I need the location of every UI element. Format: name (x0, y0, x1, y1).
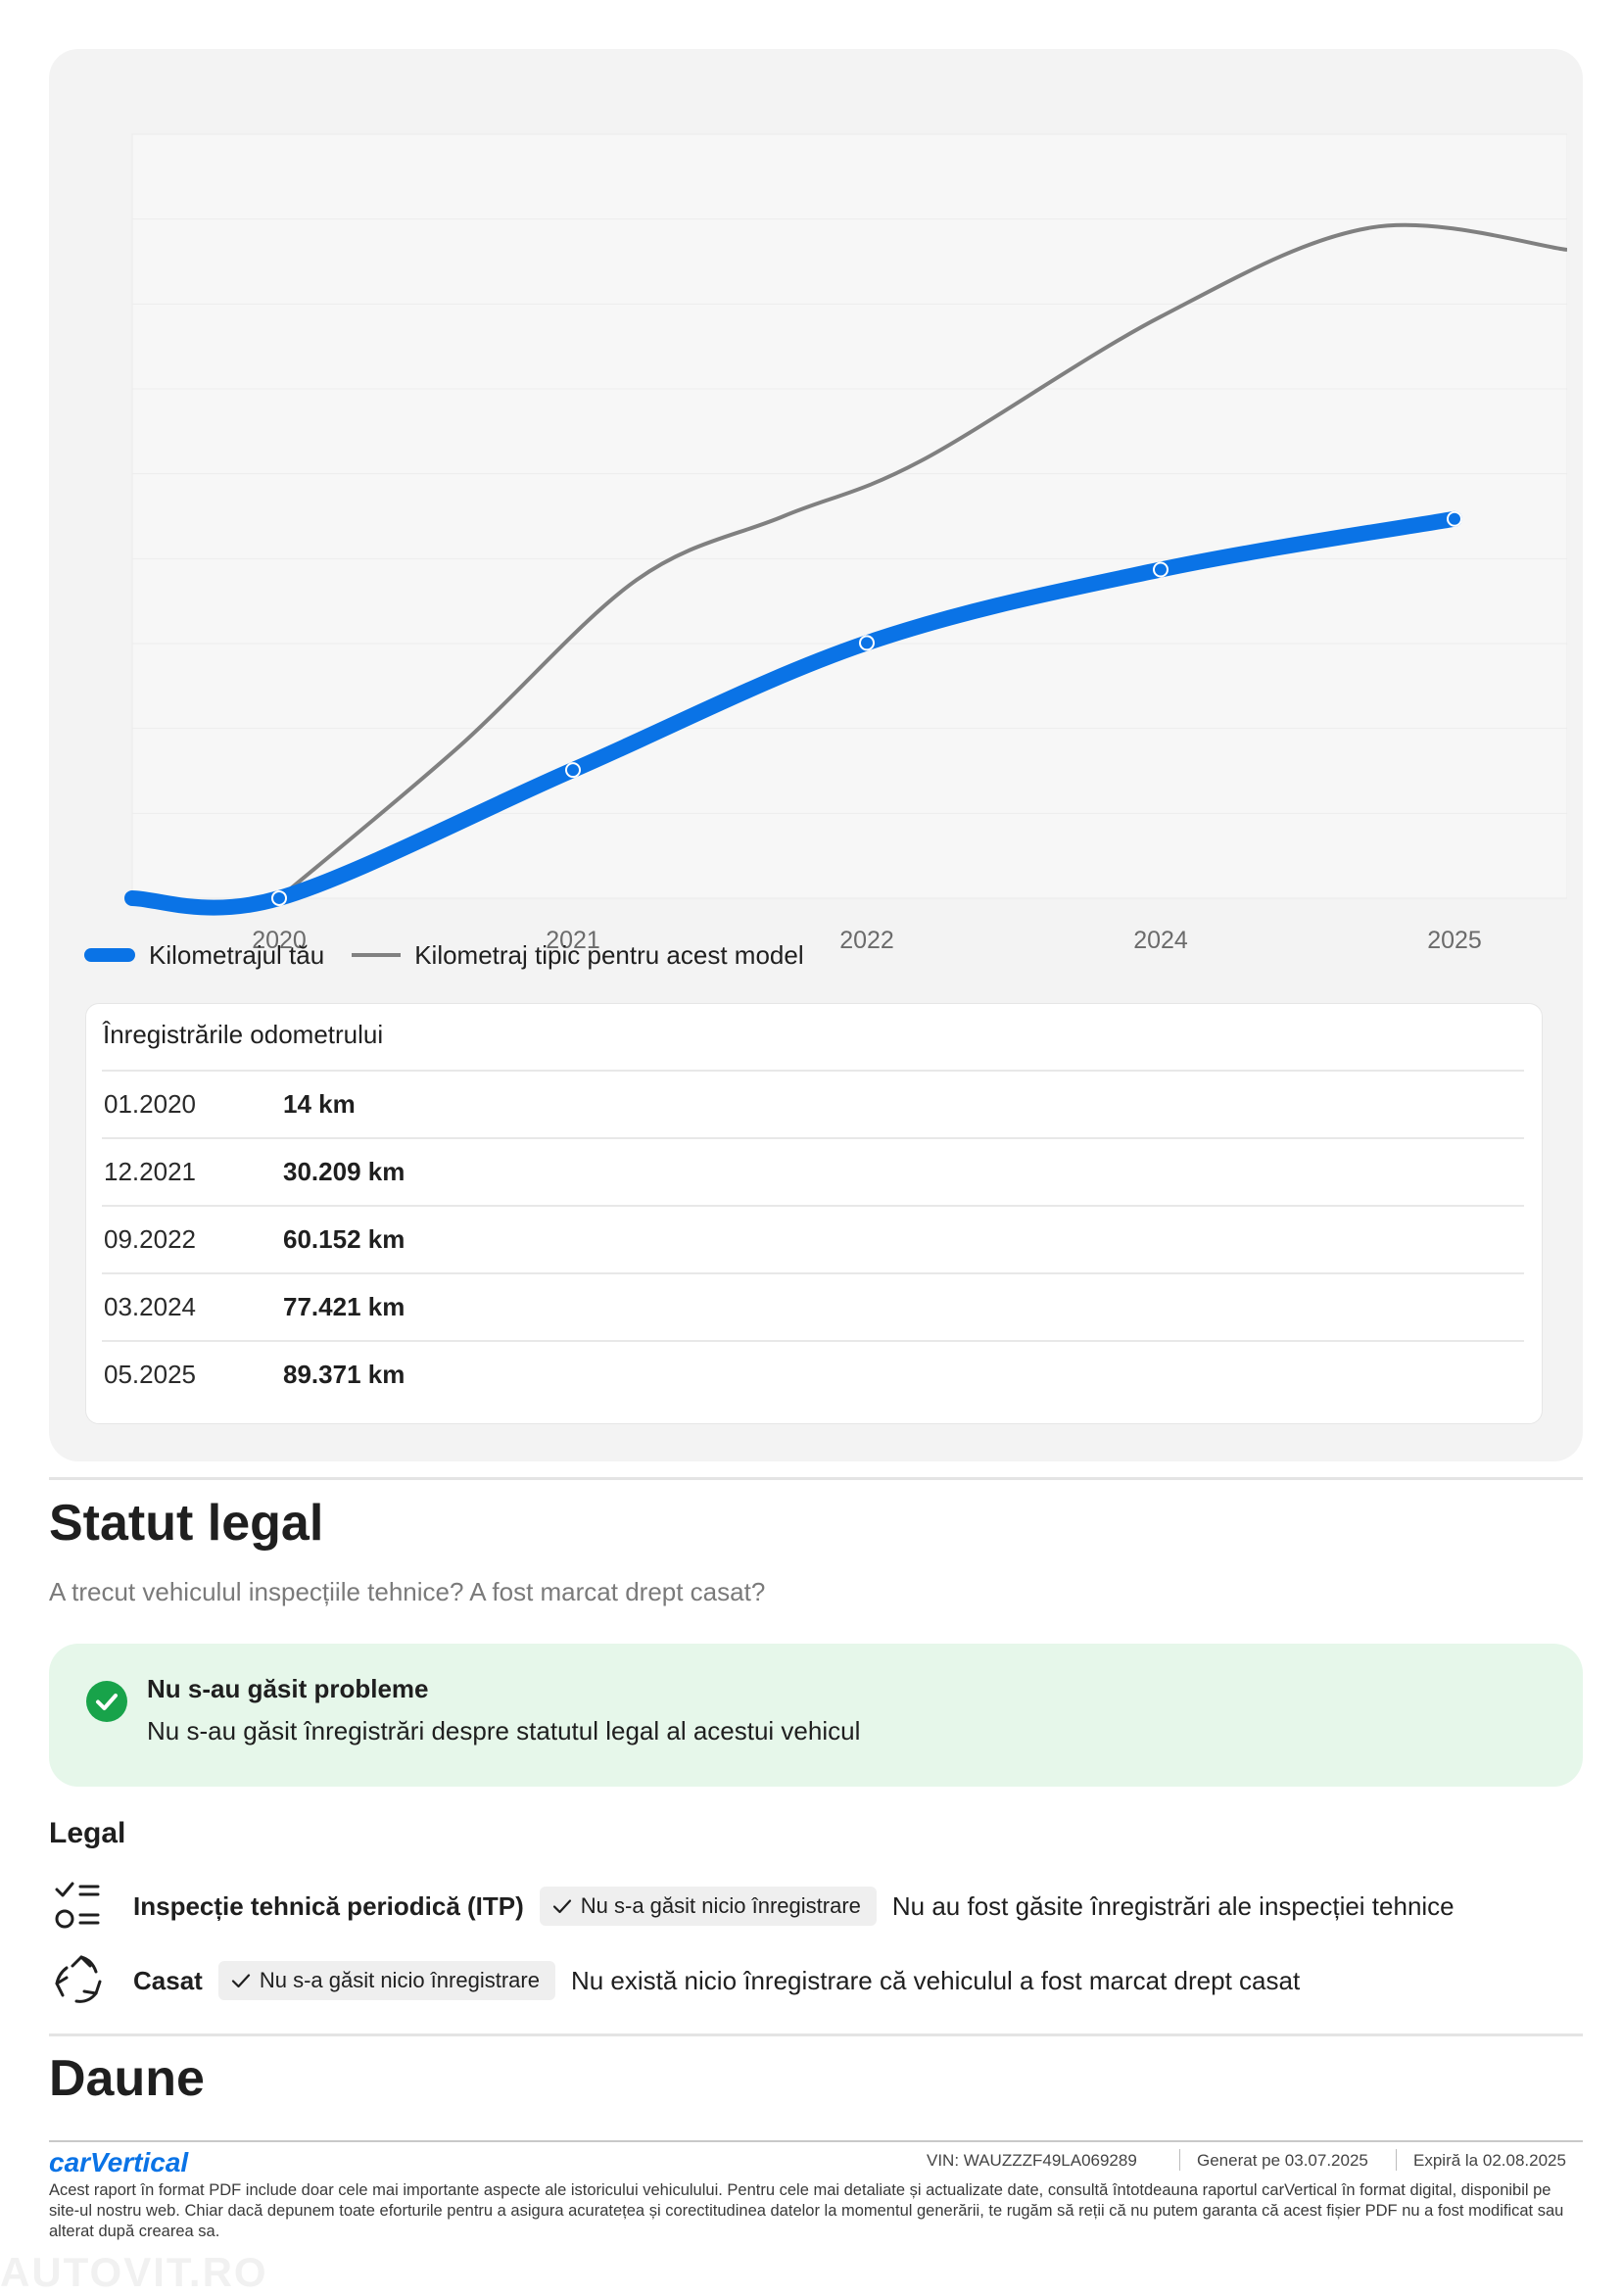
expires-info: Expiră la 02.08.2025 (1413, 2151, 1566, 2171)
data-point (565, 762, 581, 779)
checklist-icon (53, 1878, 110, 1935)
vin-value: WAUZZZF49LA069289 (963, 2151, 1137, 2170)
odometer-date: 09.2022 (104, 1224, 196, 1254)
table-row: 09.2022 60.152 km (102, 1205, 1524, 1273)
odometer-km: 14 km (283, 1089, 356, 1119)
legal-item-description: Nu există nicio înregistrare că vehiculu… (570, 1965, 1301, 1995)
legal-item-name: Inspecție tehnică periodică (ITP) (133, 1890, 524, 1921)
legend-label-typical: Kilometraj tipic pentru acest model (414, 939, 804, 970)
generated-info: Generat pe 03.07.2025 (1197, 2151, 1368, 2171)
banner-title: Nu s-au găsit probleme (147, 1674, 429, 1703)
legend-label-yours: Kilometrajul tău (149, 939, 325, 970)
data-point (859, 635, 875, 651)
odometer-km: 60.152 km (283, 1224, 406, 1254)
legend-swatch-yours (84, 948, 135, 962)
recycle-icon (53, 1952, 110, 2009)
odometer-date: 12.2021 (104, 1157, 196, 1186)
status-chip-label: Nu s-a găsit nicio înregistrare (580, 1893, 861, 1918)
footer-separator (1396, 2149, 1397, 2171)
table-row: 12.2021 30.209 km (102, 1137, 1524, 1206)
status-chip: Nu s-a găsit nicio înregistrare (217, 1961, 555, 2000)
odometer-date: 01.2020 (104, 1089, 196, 1119)
banner-description: Nu s-au găsit înregistrări despre statut… (147, 1716, 861, 1746)
vin-info: VIN: WAUZZZF49LA069289 (927, 2151, 1137, 2171)
vin-label: VIN: (927, 2151, 960, 2170)
odometer-km: 30.209 km (283, 1157, 406, 1186)
odometer-km: 89.371 km (283, 1360, 406, 1389)
legal-status-subtitle: A trecut vehiculul inspecțiile tehnice? … (49, 1577, 766, 1606)
section-divider (49, 2033, 1583, 2036)
status-chip-label: Nu s-a găsit nicio înregistrare (259, 1968, 540, 1992)
data-point (1447, 510, 1462, 527)
x-tick-label: 2024 (1133, 927, 1188, 954)
odometer-km: 77.421 km (283, 1292, 406, 1321)
legal-item-description: Nu au fost găsite înregistrări ale inspe… (891, 1890, 1455, 1921)
footer-divider (49, 2140, 1583, 2142)
check-icon (552, 1899, 571, 1914)
chart-legend: Kilometrajul tău Kilometraj tipic pentru… (84, 935, 804, 975)
x-tick-label: 2025 (1427, 927, 1482, 954)
watermark: AUTOVIT.RO (0, 2249, 268, 2295)
plot-area (131, 133, 1567, 899)
check-circle-icon (86, 1681, 127, 1722)
no-problems-banner: Nu s-au găsit probleme Nu s-au găsit înr… (49, 1644, 1583, 1787)
generated-date: 03.07.2025 (1284, 2151, 1368, 2170)
expires-date: 02.08.2025 (1482, 2151, 1566, 2170)
footer-separator (1179, 2149, 1180, 2171)
status-chip: Nu s-a găsit nicio înregistrare (539, 1887, 877, 1926)
data-point (1153, 561, 1169, 578)
legend-swatch-typical (352, 953, 402, 957)
x-tick-label: 2022 (839, 927, 894, 954)
table-row: 01.2020 14 km (102, 1070, 1524, 1138)
table-row: 05.2025 89.371 km (102, 1340, 1524, 1409)
section-divider (49, 1477, 1583, 1480)
odometer-table-title: Înregistrările odometrului (103, 1020, 384, 1049)
legal-status-title: Statut legal (49, 1495, 324, 1552)
check-icon (231, 1974, 250, 1988)
legal-item-itp: Inspecție tehnică periodică (ITP) Nu s-a… (53, 1877, 1455, 1936)
odometer-date: 05.2025 (104, 1360, 196, 1389)
expires-label: Expiră la (1413, 2151, 1479, 2170)
table-row: 03.2024 77.421 km (102, 1272, 1524, 1341)
odometer-records-table: Înregistrările odometrului 01.2020 14 km… (85, 1003, 1543, 1424)
mileage-chart: 2020 2021 2022 2024 2025 (124, 133, 1567, 954)
footer-disclaimer: Acest raport în format PDF include doar … (49, 2181, 1564, 2240)
damages-title: Daune (49, 2050, 205, 2107)
odometer-date: 03.2024 (104, 1292, 196, 1321)
generated-label: Generat pe (1197, 2151, 1281, 2170)
legal-section-label: Legal (49, 1817, 126, 1849)
legal-item-casat: Casat Nu s-a găsit nicio înregistrare Nu… (53, 1951, 1300, 2010)
carvertical-logo: carVertical (49, 2147, 189, 2177)
data-point (271, 889, 287, 906)
legal-item-name: Casat (133, 1965, 203, 1995)
